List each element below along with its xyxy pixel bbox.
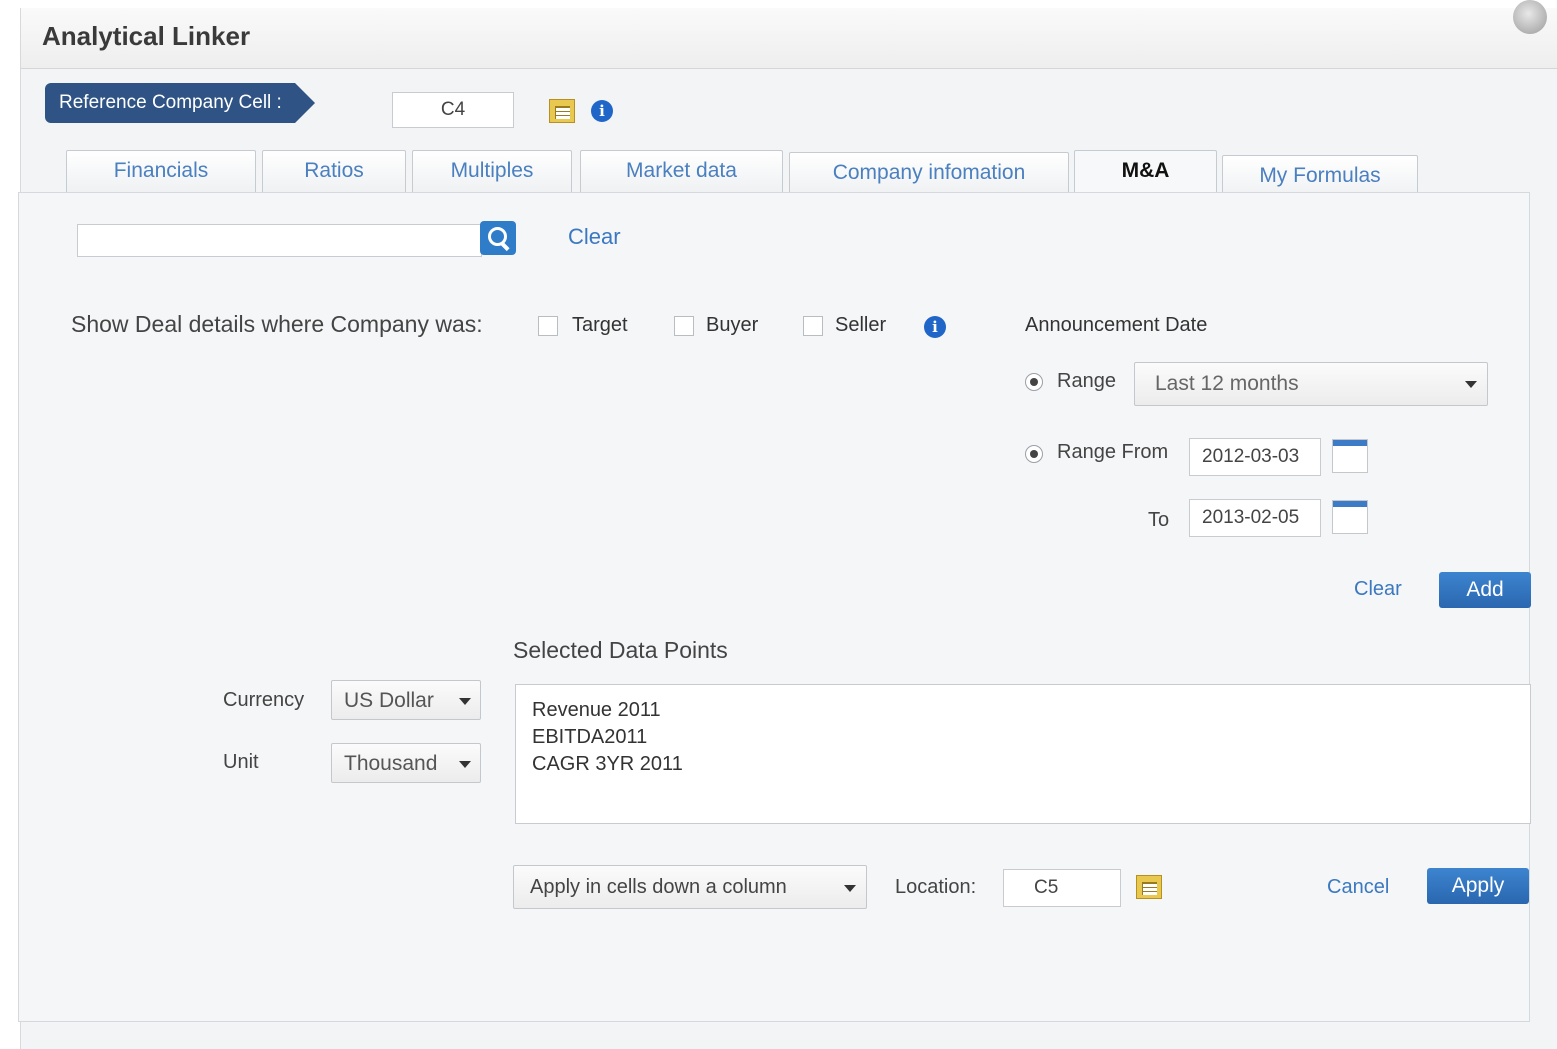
list-item[interactable]: EBITDA2011 (532, 724, 1514, 751)
deal-info-icon[interactable]: i (924, 316, 946, 338)
location-input[interactable]: C5 (1003, 869, 1121, 907)
list-item[interactable]: Revenue 2011 (532, 697, 1514, 724)
close-icon[interactable] (1513, 0, 1547, 34)
announcement-heading: Announcement Date (1025, 314, 1208, 336)
buyer-label: Buyer (706, 314, 759, 336)
to-date-input[interactable]: 2013-02-05 (1189, 499, 1321, 537)
search-clear-link[interactable]: Clear (568, 224, 621, 250)
title-bar: Analytical Linker (21, 8, 1557, 69)
currency-label: Currency (223, 689, 305, 711)
tab-financials[interactable]: Financials (66, 150, 256, 194)
cell-picker-icon[interactable] (1136, 875, 1162, 899)
selected-data-points-heading: Selected Data Points (513, 637, 728, 663)
currency-select[interactable]: US Dollar (331, 680, 481, 720)
chevron-down-icon (459, 761, 471, 768)
unit-select[interactable]: Thousand (331, 743, 481, 783)
search-icon[interactable] (480, 221, 516, 255)
range-from-radio[interactable] (1025, 445, 1043, 463)
tab-multiples[interactable]: Multiples (412, 150, 572, 194)
seller-checkbox[interactable] (803, 316, 823, 336)
apply-mode-select[interactable]: Apply in cells down a column (513, 865, 867, 909)
range-select-value: Last 12 months (1155, 372, 1299, 395)
seller-label: Seller (835, 314, 887, 336)
tab-ma[interactable]: M&A (1074, 150, 1217, 194)
deal-filter-prompt: Show Deal details where Company was: (71, 311, 483, 337)
apply-button[interactable]: Apply (1427, 868, 1529, 904)
buyer-checkbox[interactable] (674, 316, 694, 336)
chevron-down-icon (844, 885, 856, 892)
target-checkbox[interactable] (538, 316, 558, 336)
unit-label: Unit (223, 751, 259, 773)
tab-ratios[interactable]: Ratios (262, 150, 406, 194)
cancel-button[interactable]: Cancel (1327, 876, 1389, 899)
unit-value: Thousand (344, 752, 438, 775)
apply-mode-value: Apply in cells down a column (530, 876, 787, 898)
add-button[interactable]: Add (1439, 572, 1531, 608)
dialog-title: Analytical Linker (42, 21, 251, 51)
range-select[interactable]: Last 12 months (1134, 362, 1488, 406)
selected-data-points-list[interactable]: Revenue 2011 EBITDA2011 CAGR 3YR 2011 (515, 684, 1531, 824)
search-input[interactable] (77, 224, 482, 257)
clear-button[interactable]: Clear (1354, 578, 1402, 601)
range-radio[interactable] (1025, 373, 1043, 391)
from-date-input[interactable]: 2012-03-03 (1189, 438, 1321, 476)
chevron-down-icon (1465, 381, 1477, 388)
to-label: To (1148, 509, 1170, 531)
calendar-icon[interactable] (1332, 500, 1368, 534)
cell-picker-icon[interactable] (549, 99, 575, 123)
list-item[interactable]: CAGR 3YR 2011 (532, 751, 1514, 778)
reference-cell-input[interactable]: C4 (392, 92, 514, 128)
currency-value: US Dollar (344, 689, 434, 712)
tab-market-data[interactable]: Market data (580, 150, 783, 194)
location-label: Location: (895, 876, 977, 898)
range-label: Range (1057, 370, 1116, 392)
tab-company-information[interactable]: Company infomation (789, 152, 1069, 196)
info-icon[interactable]: i (591, 100, 613, 122)
chevron-down-icon (459, 698, 471, 705)
calendar-icon[interactable] (1332, 439, 1368, 473)
reference-label-arrow (295, 83, 315, 123)
reference-company-cell-label: Reference Company Cell : (45, 83, 295, 123)
range-from-label: Range From (1057, 441, 1169, 463)
target-label: Target (572, 314, 628, 336)
